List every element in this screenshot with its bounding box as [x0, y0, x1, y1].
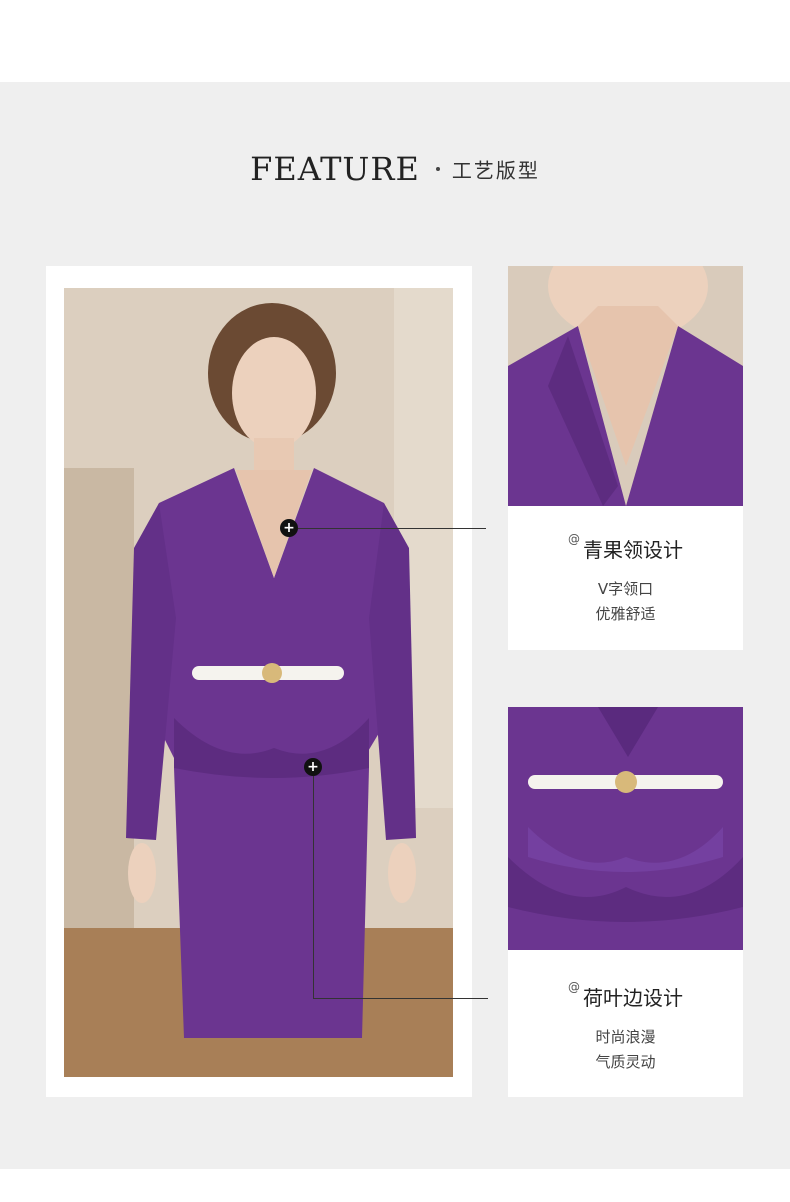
ruffle-title: @ 荷叶边设计 [508, 980, 743, 1011]
feature-card-collar: @ 青果领设计 V字领口 优雅舒适 [508, 266, 743, 650]
ruffle-caption: @ 荷叶边设计 时尚浪漫 气质灵动 [508, 980, 743, 1075]
ruffle-line-1: 时尚浪漫 [595, 1028, 656, 1046]
feature-card-ruffle: @ 荷叶边设计 时尚浪漫 气质灵动 [508, 707, 743, 1097]
at-icon: @ [568, 532, 580, 546]
collar-caption: @ 青果领设计 V字领口 优雅舒适 [508, 532, 743, 627]
heading-chinese: 工艺版型 [451, 158, 540, 183]
model-full-photo [64, 288, 453, 1077]
ruffle-line-2: 气质灵动 [595, 1053, 656, 1071]
section-heading: FEATURE 工艺版型 [0, 150, 790, 188]
collar-description: V字领口 优雅舒适 [508, 577, 743, 627]
collar-line-1: V字领口 [597, 580, 654, 598]
callout-line-collar [298, 528, 486, 529]
callout-plus-icon-collar[interactable]: + [280, 519, 298, 537]
collar-line-2: 优雅舒适 [595, 605, 656, 623]
collar-title-text: 青果领设计 [583, 538, 683, 562]
ruffle-detail-photo [508, 707, 743, 950]
at-icon: @ [568, 980, 580, 994]
ruffle-description: 时尚浪漫 气质灵动 [508, 1025, 743, 1075]
callout-plus-icon-ruffle[interactable]: + [304, 758, 322, 776]
ruffle-title-text: 荷叶边设计 [583, 986, 683, 1010]
collar-title: @ 青果领设计 [508, 532, 743, 563]
callout-hline-ruffle [313, 998, 488, 999]
heading-dot [435, 167, 440, 171]
collar-detail-photo [508, 266, 743, 506]
heading-english: FEATURE [250, 150, 420, 188]
callout-vline-ruffle [313, 776, 314, 998]
